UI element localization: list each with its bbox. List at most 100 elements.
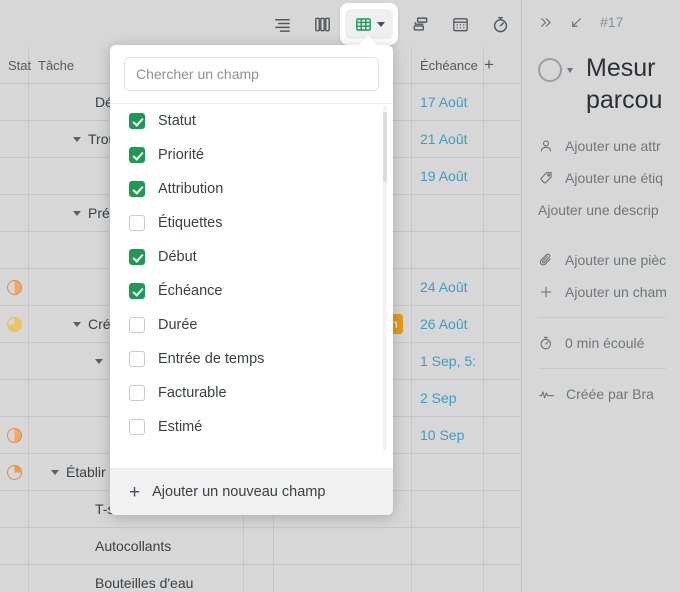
checkbox-icon[interactable] <box>129 113 145 129</box>
row-expander-icon[interactable] <box>95 358 103 364</box>
list-view-icon[interactable] <box>262 8 302 40</box>
checkbox-icon[interactable] <box>129 215 145 231</box>
field-toggle-attribution[interactable]: Attribution <box>110 172 393 206</box>
field-toggle--tiquettes[interactable]: Étiquettes <box>110 206 393 240</box>
add-field-button[interactable]: Ajouter un cham <box>522 276 680 308</box>
stopwatch-icon <box>538 335 554 351</box>
due-date-cell[interactable] <box>412 454 420 490</box>
divider <box>538 368 666 369</box>
status-cell[interactable] <box>0 380 28 416</box>
field-toggle-d-but[interactable]: Début <box>110 240 393 274</box>
due-date-cell[interactable]: 26 Août <box>412 306 468 342</box>
timer-icon[interactable] <box>480 8 520 40</box>
board-view-icon[interactable] <box>302 8 342 40</box>
checkbox-icon[interactable] <box>129 249 145 265</box>
extra-cell[interactable] <box>484 454 520 490</box>
checkbox-icon[interactable] <box>129 419 145 435</box>
extra-cell[interactable] <box>484 343 520 379</box>
activity-row[interactable]: Créée par Bra <box>522 378 680 410</box>
task-status-circle[interactable] <box>538 58 562 82</box>
gantt-view-icon[interactable] <box>400 8 440 40</box>
status-cell[interactable] <box>0 565 28 592</box>
table-row[interactable]: Bouteilles d'eau <box>0 565 520 592</box>
plus-icon <box>538 284 554 300</box>
field-list[interactable]: Statut Priorité Attribution Étiquettes Début… <box>110 104 393 457</box>
extra-cell[interactable] <box>484 232 520 268</box>
status-cell[interactable] <box>0 454 28 490</box>
due-date-cell[interactable] <box>412 565 420 592</box>
add-new-field-button[interactable]: + Ajouter un nouveau champ <box>110 468 393 515</box>
task-name-cell[interactable]: Bouteilles d'eau <box>95 565 193 592</box>
checkbox-icon[interactable] <box>129 283 145 299</box>
field-toggle--ch-ance[interactable]: Échéance <box>110 274 393 308</box>
checkbox-icon[interactable] <box>129 147 145 163</box>
status-cell[interactable] <box>0 528 28 564</box>
extra-cell[interactable] <box>484 528 520 564</box>
status-cell[interactable] <box>0 158 28 194</box>
checkbox-icon[interactable] <box>129 317 145 333</box>
field-toggle-priorit-[interactable]: Priorité <box>110 138 393 172</box>
row-expander-icon[interactable] <box>73 210 81 216</box>
scrollbar[interactable] <box>383 106 387 451</box>
due-date-cell[interactable]: 10 Sep <box>412 417 464 453</box>
extra-cell[interactable] <box>484 195 520 231</box>
status-cell[interactable] <box>0 84 28 120</box>
due-date-cell[interactable] <box>412 528 420 564</box>
checkbox-icon[interactable] <box>129 181 145 197</box>
status-cell[interactable] <box>0 269 28 305</box>
status-cell[interactable] <box>0 195 28 231</box>
field-toggle-entr-e-de-temps[interactable]: Entrée de temps <box>110 342 393 376</box>
column-header-task[interactable]: Tâche <box>30 58 74 73</box>
status-cell[interactable] <box>0 306 28 342</box>
extra-cell[interactable] <box>484 158 520 194</box>
extra-cell[interactable] <box>484 565 520 592</box>
column-header-status[interactable]: Stat <box>0 58 31 73</box>
checkbox-icon[interactable] <box>129 351 145 367</box>
checkbox-icon[interactable] <box>129 385 145 401</box>
collapse-panel-icon[interactable] <box>538 15 553 30</box>
row-expander-icon[interactable] <box>73 136 81 142</box>
due-date-cell[interactable]: 24 Août <box>412 269 468 305</box>
due-date-cell[interactable]: 21 Août <box>412 121 468 157</box>
field-toggle-dur-e[interactable]: Durée <box>110 308 393 342</box>
extra-cell[interactable] <box>484 306 520 342</box>
expand-panel-icon[interactable] <box>569 15 584 30</box>
table-row[interactable]: Autocollants <box>0 528 520 565</box>
chevron-down-icon[interactable] <box>567 68 573 73</box>
field-toggle-estim-[interactable]: Estimé <box>110 410 393 444</box>
due-date-cell[interactable]: 1 Sep, 5: <box>412 343 476 379</box>
row-expander-icon[interactable] <box>51 469 59 475</box>
extra-cell[interactable] <box>484 269 520 305</box>
status-cell[interactable] <box>0 491 28 527</box>
search-field-input[interactable] <box>124 57 379 91</box>
field-toggle-facturable[interactable]: Facturable <box>110 376 393 410</box>
due-date-cell[interactable]: 19 Août <box>412 158 468 194</box>
add-tag-button[interactable]: Ajouter une étiq <box>522 162 680 194</box>
due-date-cell[interactable] <box>412 232 420 268</box>
due-date-cell[interactable]: 17 Août <box>412 84 468 120</box>
status-cell[interactable] <box>0 417 28 453</box>
column-header-due[interactable]: Échéance <box>412 58 478 73</box>
status-cell[interactable] <box>0 232 28 268</box>
status-cell[interactable] <box>0 121 28 157</box>
add-column-button[interactable]: + <box>484 55 494 75</box>
status-cell[interactable] <box>0 343 28 379</box>
add-description-button[interactable]: Ajouter une descrip <box>522 194 680 226</box>
field-toggle-statut[interactable]: Statut <box>110 104 393 138</box>
calendar-view-icon[interactable] <box>440 8 480 40</box>
due-date-cell[interactable]: 2 Sep <box>412 380 457 416</box>
due-date-cell[interactable] <box>412 491 420 527</box>
row-expander-icon[interactable] <box>73 321 81 327</box>
extra-cell[interactable] <box>484 491 520 527</box>
time-tracked-row[interactable]: 0 min écoulé <box>522 327 680 359</box>
task-name-cell[interactable]: Établir u <box>51 454 117 490</box>
extra-cell[interactable] <box>484 380 520 416</box>
task-name-cell[interactable]: Autocollants <box>95 528 171 564</box>
due-date-cell[interactable] <box>412 195 420 231</box>
extra-cell[interactable] <box>484 121 520 157</box>
extra-cell[interactable] <box>484 417 520 453</box>
scrollbar-thumb[interactable] <box>383 112 387 182</box>
add-assignee-button[interactable]: Ajouter une attr <box>522 130 680 162</box>
add-attachment-button[interactable]: Ajouter une pièc <box>522 244 680 276</box>
extra-cell[interactable] <box>484 84 520 120</box>
